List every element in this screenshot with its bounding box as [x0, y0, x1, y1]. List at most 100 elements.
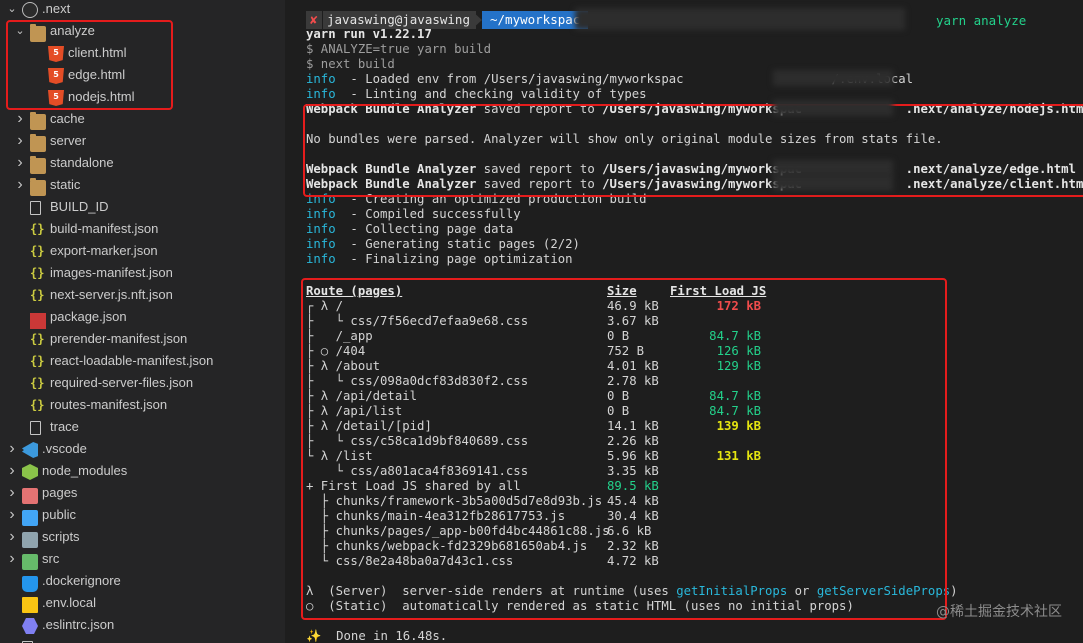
explorer-item-label: .next — [42, 1, 71, 16]
explorer-item-label: prerender-manifest.json — [50, 331, 188, 346]
folder-icon — [30, 112, 46, 130]
explorer-item-label: server — [50, 133, 87, 148]
analyzer-report-highlight — [303, 104, 1083, 197]
chevron-right-icon[interactable]: › — [6, 460, 18, 482]
prompt-directory: ~/myworkspac — [482, 11, 588, 29]
done-line: ✨ Done in 16.48s. — [306, 629, 448, 643]
explorer-item-label: BUILD_ID — [50, 199, 109, 214]
json-file-icon: {} — [30, 332, 45, 346]
explorer-item-dockerignore[interactable]: .dockerignore — [0, 570, 285, 592]
explorer-item-eslintrc-json[interactable]: .eslintrc.json — [0, 614, 285, 636]
redacted-region — [575, 8, 905, 30]
json-file-icon: {} — [30, 244, 45, 258]
chevron-right-icon[interactable]: › — [6, 548, 18, 570]
env-file-icon — [22, 597, 38, 613]
output-text: - Generating static pages (2/2) — [335, 237, 580, 251]
explorer-item-src[interactable]: › src — [0, 548, 285, 570]
vscode-folder-icon — [22, 442, 38, 458]
json-file-icon: {} — [30, 354, 45, 368]
explorer-item-label: scripts — [42, 529, 80, 544]
docker-icon — [22, 576, 38, 592]
explorer-item-next[interactable]: ⌄ .next — [0, 0, 285, 20]
explorer-item-server[interactable]: › server — [0, 130, 285, 152]
explorer-item-label: package.json — [50, 309, 127, 324]
redacted-region — [773, 100, 893, 116]
route-table-highlight — [301, 278, 947, 620]
explorer-item-export-marker-json[interactable]: {} export-marker.json — [0, 240, 285, 262]
node-modules-folder-icon — [22, 464, 38, 480]
explorer-item-react-loadable-manifest-json[interactable]: {} react-loadable-manifest.json — [0, 350, 285, 372]
chevron-right-icon[interactable]: › — [14, 108, 26, 130]
folder-icon — [30, 156, 46, 174]
output-text: - Linting and checking validity of types — [335, 87, 647, 101]
explorer-item-label: ... — [42, 636, 53, 643]
explorer-item-label: .vscode — [42, 441, 87, 456]
chevron-down-icon[interactable]: ⌄ — [6, 0, 18, 20]
explorer-item-build-id[interactable]: BUILD_ID — [0, 196, 285, 218]
chevron-right-icon[interactable]: › — [14, 130, 26, 152]
chevron-right-icon[interactable]: › — [6, 482, 18, 504]
nextjs-folder-icon — [22, 2, 38, 18]
explorer-item-required-server-files-json[interactable]: {} required-server-files.json — [0, 372, 285, 394]
explorer-item-package-json[interactable]: package.json — [0, 306, 285, 329]
output-line: info - Finalizing page optimization — [306, 252, 573, 267]
info-prefix: info — [306, 237, 336, 251]
chevron-right-icon[interactable]: › — [6, 504, 18, 526]
explorer-item-label: .env.local — [42, 595, 96, 610]
explorer-item-[interactable]: ... — [0, 636, 285, 643]
explorer-item-trace[interactable]: trace — [0, 416, 285, 438]
explorer-item-next-server-js-nft-json[interactable]: {} next-server.js.nft.json — [0, 284, 285, 306]
eslint-icon — [22, 618, 38, 634]
explorer-item-label: public — [42, 507, 76, 522]
redacted-region — [773, 175, 893, 191]
explorer-item-standalone[interactable]: › standalone — [0, 152, 285, 174]
info-prefix: info — [306, 87, 336, 101]
explorer-item-scripts[interactable]: › scripts — [0, 526, 285, 548]
explorer-item-label: standalone — [50, 155, 114, 170]
output-text: $ ANALYZE=true yarn build — [306, 42, 492, 56]
chevron-right-icon[interactable]: › — [14, 174, 26, 196]
chevron-right-icon[interactable]: › — [6, 438, 18, 460]
json-file-icon: {} — [30, 288, 45, 302]
chevron-right-icon[interactable]: › — [14, 152, 26, 174]
explorer-item-label: trace — [50, 419, 79, 434]
watermark: @稀土掘金技术社区 — [936, 604, 1062, 620]
info-prefix: info — [306, 252, 336, 266]
pages-folder-icon — [22, 488, 38, 504]
info-prefix: info — [306, 72, 336, 86]
folder-icon — [30, 178, 46, 196]
npm-package-icon — [30, 313, 46, 329]
output-line: yarn run v1.22.17 — [306, 27, 432, 42]
info-prefix: info — [306, 222, 336, 236]
explorer-item-routes-manifest-json[interactable]: {} routes-manifest.json — [0, 394, 285, 416]
explorer-item-label: build-manifest.json — [50, 221, 159, 236]
info-prefix: info — [306, 207, 336, 221]
output-line: info - Linting and checking validity of … — [306, 87, 647, 102]
src-folder-icon — [22, 554, 38, 570]
explorer-item-label: react-loadable-manifest.json — [50, 353, 214, 368]
explorer-item-env-local[interactable]: .env.local — [0, 592, 285, 614]
explorer-item-public[interactable]: › public — [0, 504, 285, 526]
output-text: - Collecting page data — [335, 222, 514, 236]
explorer-item-label: cache — [50, 111, 85, 126]
explorer-item-label: export-marker.json — [50, 243, 158, 258]
explorer-item-node-modules[interactable]: › node_modules — [0, 460, 285, 482]
explorer-item-label: .eslintrc.json — [42, 617, 115, 632]
explorer-item-images-manifest-json[interactable]: {} images-manifest.json — [0, 262, 285, 284]
terminal-panel[interactable]: ✘ javaswing@javaswing ~/myworkspac yarn … — [285, 0, 1083, 643]
explorer-item-cache[interactable]: › cache — [0, 108, 285, 130]
explorer-item-label: static — [50, 177, 81, 192]
explorer-item-build-manifest-json[interactable]: {} build-manifest.json — [0, 218, 285, 240]
output-line: info - Generating static pages (2/2) — [306, 237, 580, 252]
prompt-command: yarn analyze — [936, 13, 1027, 28]
output-line: info - Collecting page data — [306, 222, 513, 237]
explorer-item-pages[interactable]: › pages — [0, 482, 285, 504]
explorer-item-vscode[interactable]: › .vscode — [0, 438, 285, 460]
prompt-separator-icon — [472, 11, 482, 29]
explorer-item-prerender-manifest-json[interactable]: {} prerender-manifest.json — [0, 328, 285, 350]
chevron-right-icon[interactable]: › — [6, 526, 18, 548]
scripts-folder-icon — [22, 532, 38, 548]
explorer-item-label: src — [42, 551, 60, 566]
explorer-item-static[interactable]: › static — [0, 174, 285, 196]
json-file-icon: {} — [30, 398, 45, 412]
